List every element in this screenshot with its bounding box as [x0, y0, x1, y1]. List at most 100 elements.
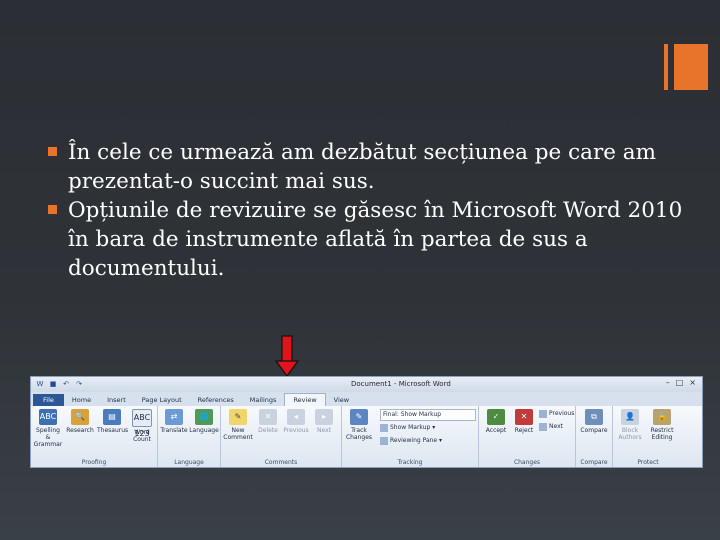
restrict-editing-icon: 🔒: [653, 409, 671, 425]
word-count-label: Word Count: [133, 429, 151, 443]
thesaurus-icon: ▤: [103, 409, 121, 425]
block-authors-label: Block Authors: [618, 427, 642, 441]
reject-label: Reject: [514, 427, 534, 434]
block-authors-icon: 👤: [621, 409, 639, 425]
ribbon-tabs: File Home Insert Page Layout References …: [31, 392, 702, 406]
group-label-tracking: Tracking: [397, 459, 423, 466]
next-change-button[interactable]: Next: [539, 422, 563, 432]
next-change-label: Next: [549, 423, 563, 430]
new-comment-label: New Comment: [223, 427, 253, 441]
bullet-marker: [48, 147, 57, 156]
thesaurus-label: Thesaurus: [97, 427, 129, 434]
word-count-icon: ABC 123: [132, 409, 152, 438]
group-compare: ⧉ Compare Compare: [576, 406, 613, 467]
tab-view[interactable]: View: [326, 394, 357, 406]
title-bar: W ■ ↶ ↷ Document1 - Microsoft Word – □ ×: [31, 377, 702, 392]
close-icon[interactable]: ×: [689, 378, 696, 387]
next-comment-button[interactable]: ▸ Next: [309, 409, 339, 434]
word-logo-icon[interactable]: W: [35, 379, 45, 389]
translate-button[interactable]: ⇄ Translate: [159, 409, 189, 434]
final-show-markup-value: Final: Show Markup: [383, 411, 442, 418]
reviewing-pane-icon: [380, 436, 388, 445]
group-label-changes: Changes: [513, 459, 541, 466]
accept-icon: ✓: [487, 409, 505, 425]
tab-file[interactable]: File: [33, 394, 64, 406]
next-change-icon: [539, 422, 547, 431]
language-label: Language: [189, 427, 219, 434]
research-button[interactable]: 🔍 Research: [65, 409, 95, 434]
word-ribbon-screenshot: W ■ ↶ ↷ Document1 - Microsoft Word – □ ×…: [30, 376, 703, 468]
accept-button[interactable]: ✓ Accept: [481, 409, 511, 434]
tab-home[interactable]: Home: [64, 394, 99, 406]
previous-change-button[interactable]: Previous: [539, 409, 574, 419]
undo-icon[interactable]: ↶: [61, 379, 71, 389]
next-comment-icon: ▸: [315, 409, 333, 425]
group-language: ⇄ Translate 🌐 Language Language: [158, 406, 221, 467]
group-protect: 👤 Block Authors 🔒 Restrict Editing Prote…: [613, 406, 683, 467]
show-markup-icon: [380, 423, 388, 432]
show-markup-label: Show Markup: [390, 424, 431, 431]
compare-label: Compare: [580, 427, 608, 434]
bullet-text: În cele ce urmează am dezbătut secțiunea…: [68, 140, 657, 194]
track-changes-label: Track Changes: [345, 427, 373, 441]
group-label-proofing: Proofing: [81, 459, 107, 466]
research-icon: 🔍: [71, 409, 89, 425]
previous-change-icon: [539, 409, 547, 418]
tab-insert[interactable]: Insert: [99, 394, 134, 406]
compare-button[interactable]: ⧉ Compare: [579, 409, 609, 434]
save-icon[interactable]: ■: [48, 379, 58, 389]
delete-comment-icon: ✕: [259, 409, 277, 425]
reject-icon: ✕: [515, 409, 533, 425]
accept-label: Accept: [485, 427, 507, 434]
show-markup-button[interactable]: Show Markup ▾: [380, 423, 435, 433]
tab-review[interactable]: Review: [284, 393, 326, 406]
reviewing-pane-button[interactable]: Reviewing Pane ▾: [380, 436, 442, 446]
group-comments: ✎ New Comment ✕ Delete ◂ Previous ▸ Next…: [221, 406, 342, 467]
group-label-comments: Comments: [264, 459, 298, 466]
translate-label: Translate: [160, 427, 188, 434]
group-changes: ✓ Accept ✕ Reject Previous Next Changes: [479, 406, 576, 467]
red-down-arrow-icon: [275, 335, 299, 378]
next-comment-label: Next: [317, 427, 331, 434]
group-label-compare: Compare: [580, 459, 608, 466]
compare-icon: ⧉: [585, 409, 603, 425]
tab-mailings[interactable]: Mailings: [242, 394, 285, 406]
restrict-editing-label: Restrict Editing: [650, 427, 674, 441]
block-authors-button[interactable]: 👤 Block Authors: [615, 409, 645, 441]
previous-comment-button[interactable]: ◂ Previous: [281, 409, 311, 434]
language-button[interactable]: 🌐 Language: [189, 409, 219, 434]
track-changes-icon: ✎: [350, 409, 368, 425]
thesaurus-button[interactable]: ▤ Thesaurus: [97, 409, 129, 434]
reject-button[interactable]: ✕ Reject: [509, 409, 539, 434]
maximize-icon[interactable]: □: [676, 378, 684, 387]
word-count-button[interactable]: ABC 123 Word Count: [127, 409, 157, 443]
bullet-item: Opțiunile de revizuire se găsesc în Micr…: [48, 196, 698, 283]
bullet-marker: [48, 205, 57, 214]
restrict-editing-button[interactable]: 🔒 Restrict Editing: [647, 409, 677, 441]
final-show-markup-dropdown[interactable]: Final: Show Markup: [380, 409, 476, 421]
previous-comment-icon: ◂: [287, 409, 305, 425]
slide-bullet-list: În cele ce urmează am dezbătut secțiunea…: [48, 138, 698, 283]
translate-icon: ⇄: [165, 409, 183, 425]
window-title: Document1 - Microsoft Word: [351, 380, 451, 388]
group-label-language: Language: [174, 459, 204, 466]
group-proofing: ABC Spelling & Grammar 🔍 Research ▤ Thes…: [31, 406, 158, 467]
tab-references[interactable]: References: [190, 394, 242, 406]
bullet-item: În cele ce urmează am dezbătut secțiunea…: [48, 138, 698, 196]
group-tracking: ✎ Track Changes Final: Show Markup Show …: [342, 406, 479, 467]
tab-page-layout[interactable]: Page Layout: [134, 394, 190, 406]
spelling-grammar-button[interactable]: ABC Spelling & Grammar: [33, 409, 63, 448]
redo-icon[interactable]: ↷: [74, 379, 84, 389]
quick-access-toolbar: W ■ ↶ ↷: [35, 379, 84, 389]
spelling-label: Spelling & Grammar: [33, 427, 63, 448]
window-controls: – □ ×: [666, 378, 696, 387]
delete-comment-button[interactable]: ✕ Delete: [253, 409, 283, 434]
research-label: Research: [66, 427, 94, 434]
reviewing-pane-label: Reviewing Pane: [390, 437, 438, 444]
minimize-icon[interactable]: –: [666, 378, 670, 387]
bullet-text: Opțiunile de revizuire se găsesc în Micr…: [68, 198, 683, 281]
new-comment-button[interactable]: ✎ New Comment: [223, 409, 253, 441]
language-icon: 🌐: [195, 409, 213, 425]
track-changes-button[interactable]: ✎ Track Changes: [344, 409, 374, 441]
accent-bar-thin: [664, 44, 668, 90]
